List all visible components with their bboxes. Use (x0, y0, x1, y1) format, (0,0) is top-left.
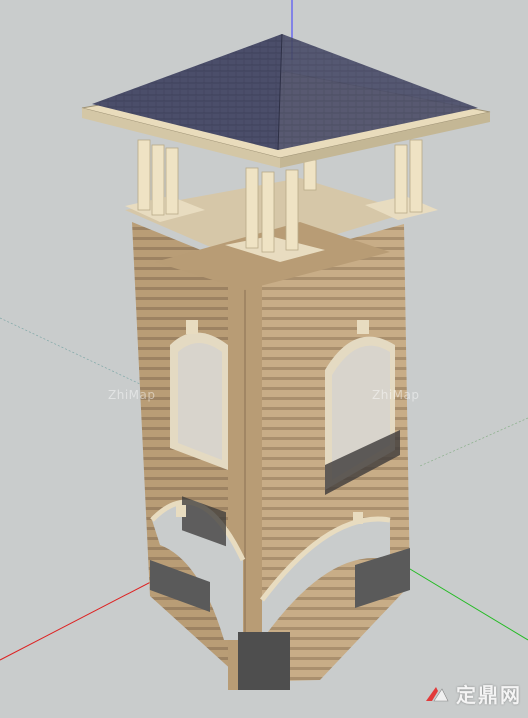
column (151, 144, 165, 216)
red-axis (0, 571, 171, 661)
right-keystone (357, 320, 369, 334)
left-lower-keystone (176, 505, 186, 517)
green-axis (399, 562, 528, 641)
green-axis-dotted (419, 417, 528, 467)
column (303, 159, 317, 191)
column (137, 139, 151, 211)
left-window-opening (178, 343, 222, 460)
brand-logo: 定鼎网 (424, 679, 522, 708)
watermark-right: ZhiMap (372, 388, 420, 402)
tower-model (81, 33, 491, 690)
column (165, 147, 179, 215)
column (261, 171, 275, 253)
watermark-left: ZhiMap (108, 388, 156, 402)
right-lower-keystone (353, 512, 363, 524)
left-keystone (186, 320, 198, 334)
column (409, 139, 423, 213)
zhulong-logo-icon (426, 686, 449, 701)
red-axis-dotted (0, 317, 141, 385)
sketchup-viewport[interactable]: ZhiMap ZhiMap 定鼎网 (0, 0, 528, 714)
plinth-front (238, 632, 290, 690)
logo-text: 定鼎网 (456, 683, 522, 707)
column (285, 169, 299, 251)
column (394, 144, 408, 214)
column (245, 167, 259, 249)
